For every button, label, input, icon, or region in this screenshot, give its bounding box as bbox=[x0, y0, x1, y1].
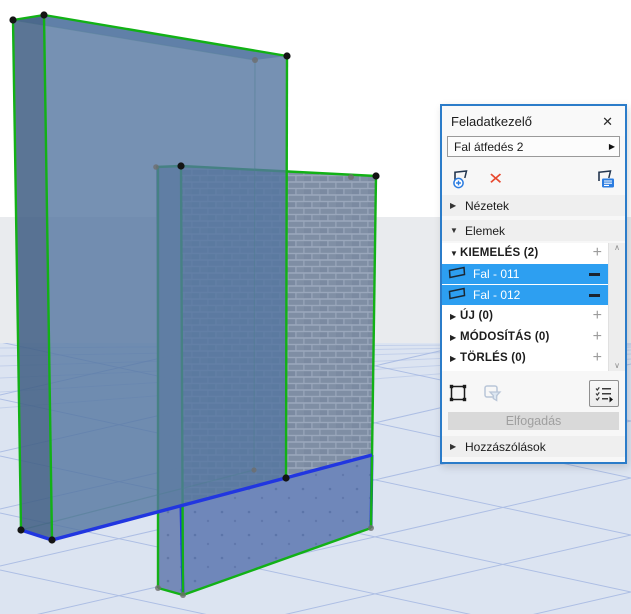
close-icon[interactable]: ✕ bbox=[599, 113, 616, 130]
flag-list-icon[interactable] bbox=[593, 168, 617, 190]
chevron-right-icon: ▶ bbox=[450, 442, 457, 451]
selection-toolbar bbox=[442, 377, 625, 409]
add-icon[interactable]: + bbox=[593, 328, 602, 346]
panel-title: Feladatkezelő bbox=[451, 113, 532, 129]
tree-group-kiemeles[interactable]: ▼ KIEMELÉS (2) + bbox=[442, 243, 608, 263]
chevron-right-icon: ▶ bbox=[450, 311, 457, 321]
scroll-down-icon[interactable]: ∨ bbox=[614, 362, 620, 370]
chevron-right-icon: ▶ bbox=[450, 353, 457, 363]
section-comments[interactable]: ▶ Hozzászólások bbox=[442, 436, 625, 457]
tree-group-torles[interactable]: ▶ TÖRLÉS (0) + bbox=[442, 348, 608, 368]
task-selector[interactable]: Fal átfedés 2 ▶ bbox=[447, 136, 620, 157]
wall1-front-face bbox=[44, 15, 287, 540]
tree-scrollbar[interactable]: ∧ ∨ bbox=[608, 243, 625, 371]
add-icon[interactable]: + bbox=[593, 307, 602, 325]
wall-icon bbox=[448, 287, 466, 303]
chevron-down-icon: ▼ bbox=[450, 226, 458, 235]
scroll-up-icon[interactable]: ∧ bbox=[614, 244, 620, 252]
panel-title-bar: Feladatkezelő ✕ bbox=[442, 106, 625, 136]
task-manager-panel: Feladatkezelő ✕ Fal átfedés 2 ▶ ✕ ▶ Néze… bbox=[440, 104, 627, 464]
remove-icon[interactable] bbox=[589, 273, 600, 276]
tree-group-uj[interactable]: ▶ ÚJ (0) + bbox=[442, 306, 608, 326]
section-elements[interactable]: ▼ Elemek bbox=[442, 220, 625, 241]
section-views[interactable]: ▶ Nézetek bbox=[442, 195, 625, 216]
task-selector-value: Fal átfedés 2 bbox=[454, 139, 524, 154]
element-tree: ▼ KIEMELÉS (2) + Fal - 011 Fal - 012 ▶ Ú… bbox=[442, 243, 625, 371]
chevron-right-icon: ▶ bbox=[608, 142, 615, 151]
panel-toolbar: ✕ bbox=[442, 163, 625, 195]
chevron-right-icon: ▶ bbox=[450, 201, 457, 210]
checklist-menu-button[interactable] bbox=[589, 379, 619, 407]
chevron-right-icon: ▶ bbox=[450, 332, 457, 342]
marquee-icon[interactable] bbox=[448, 383, 469, 404]
chevron-down-icon: ▼ bbox=[450, 248, 458, 258]
remove-icon[interactable] bbox=[589, 294, 600, 297]
accept-button[interactable]: Elfogadás bbox=[448, 412, 619, 430]
add-icon[interactable]: + bbox=[593, 244, 602, 262]
tree-item-fal-011[interactable]: Fal - 011 bbox=[442, 264, 608, 284]
delete-task-icon[interactable]: ✕ bbox=[488, 169, 503, 189]
filter-icon[interactable] bbox=[481, 383, 504, 404]
checklist-menu-icon bbox=[595, 386, 613, 402]
tree-item-fal-012[interactable]: Fal - 012 bbox=[442, 285, 608, 305]
flag-plus-icon[interactable] bbox=[450, 168, 474, 190]
wall-icon bbox=[448, 266, 466, 282]
tree-group-modositas[interactable]: ▶ MÓDOSÍTÁS (0) + bbox=[442, 327, 608, 347]
add-icon[interactable]: + bbox=[593, 349, 602, 367]
